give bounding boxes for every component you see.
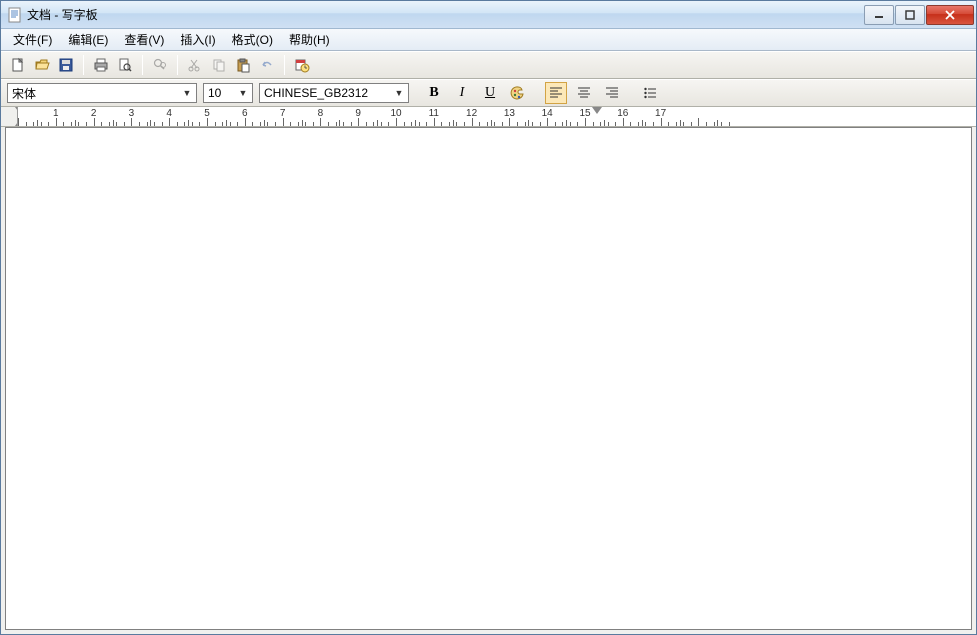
bullets-icon [643, 86, 657, 100]
undo-icon [259, 57, 275, 73]
chevron-down-icon: ▼ [392, 88, 406, 98]
minimize-icon [874, 10, 884, 20]
window-title: 文档 - 写字板 [27, 6, 863, 23]
window-controls [863, 5, 974, 25]
menu-file[interactable]: 文件(F) [5, 29, 60, 50]
ruler-number: 11 [429, 108, 439, 119]
ruler-number: 5 [204, 108, 210, 119]
find-button[interactable] [149, 54, 171, 76]
menu-format[interactable]: 格式(O) [224, 29, 281, 50]
toolbar-separator [142, 55, 143, 75]
align-left-icon [549, 86, 563, 100]
cut-icon [187, 57, 203, 73]
open-button[interactable] [31, 54, 53, 76]
ruler-number: 7 [280, 108, 286, 119]
ruler-number: 3 [129, 108, 135, 119]
ruler-number: 9 [355, 108, 361, 119]
align-left-button[interactable] [545, 82, 567, 104]
maximize-icon [905, 10, 915, 20]
app-window: 文档 - 写字板 文件(F) 编辑(E) 查看(V) 插入(I) 格式(O) 帮… [0, 0, 977, 635]
ruler[interactable]: 1234567891011121314151617 [1, 107, 976, 127]
new-button[interactable] [7, 54, 29, 76]
font-size-value: 10 [208, 86, 236, 100]
font-family-value: 宋体 [12, 85, 180, 102]
ruler-number: 4 [166, 108, 172, 119]
editor-container [1, 127, 976, 634]
ruler-number: 13 [504, 108, 515, 119]
color-button[interactable] [507, 82, 529, 104]
cut-button[interactable] [184, 54, 206, 76]
font-size-combo[interactable]: 10 ▼ [203, 83, 253, 103]
charset-combo[interactable]: CHINESE_GB2312 ▼ [259, 83, 409, 103]
close-button[interactable] [926, 5, 974, 25]
print-preview-button[interactable] [114, 54, 136, 76]
color-palette-icon [510, 85, 526, 101]
align-right-icon [605, 86, 619, 100]
ruler-number: 12 [466, 108, 477, 119]
datetime-icon [294, 57, 310, 73]
print-icon [93, 57, 109, 73]
menu-insert[interactable]: 插入(I) [172, 29, 223, 50]
ruler-number: 2 [91, 108, 97, 119]
paste-icon [235, 57, 251, 73]
ruler-number: 8 [318, 108, 324, 119]
align-center-button[interactable] [573, 82, 595, 104]
toolbar-separator [284, 55, 285, 75]
copy-icon [211, 57, 227, 73]
ruler-number: 10 [390, 108, 401, 119]
document-editor[interactable] [5, 127, 972, 630]
app-icon [7, 7, 23, 23]
menu-help[interactable]: 帮助(H) [281, 29, 338, 50]
save-button[interactable] [55, 54, 77, 76]
ruler-number: 17 [655, 108, 666, 119]
menubar: 文件(F) 编辑(E) 查看(V) 插入(I) 格式(O) 帮助(H) [1, 29, 976, 51]
toolbar-separator [83, 55, 84, 75]
new-file-icon [10, 57, 26, 73]
ruler-number: 15 [579, 108, 590, 119]
minimize-button[interactable] [864, 5, 894, 25]
print-button[interactable] [90, 54, 112, 76]
ruler-number: 16 [617, 108, 628, 119]
toolbar-separator [177, 55, 178, 75]
paste-button[interactable] [232, 54, 254, 76]
print-preview-icon [117, 57, 133, 73]
right-indent-marker[interactable] [592, 107, 602, 114]
ruler-number: 6 [242, 108, 248, 119]
standard-toolbar [1, 51, 976, 79]
menu-view[interactable]: 查看(V) [116, 29, 172, 50]
font-family-combo[interactable]: 宋体 ▼ [7, 83, 197, 103]
find-icon [152, 57, 168, 73]
titlebar: 文档 - 写字板 [1, 1, 976, 29]
copy-button[interactable] [208, 54, 230, 76]
format-toolbar: 宋体 ▼ 10 ▼ CHINESE_GB2312 ▼ B I U [1, 79, 976, 107]
menu-edit[interactable]: 编辑(E) [60, 29, 116, 50]
align-center-icon [577, 86, 591, 100]
save-icon [58, 57, 74, 73]
italic-button[interactable]: I [451, 82, 473, 104]
close-icon [944, 10, 956, 20]
align-right-button[interactable] [601, 82, 623, 104]
maximize-button[interactable] [895, 5, 925, 25]
bold-button[interactable]: B [423, 82, 445, 104]
chevron-down-icon: ▼ [236, 88, 250, 98]
datetime-button[interactable] [291, 54, 313, 76]
chevron-down-icon: ▼ [180, 88, 194, 98]
ruler-number: 14 [542, 108, 553, 119]
ruler-number: 1 [53, 108, 59, 119]
underline-button[interactable]: U [479, 82, 501, 104]
open-folder-icon [34, 57, 50, 73]
ruler-scale: 1234567891011121314151617 [17, 107, 976, 126]
undo-button[interactable] [256, 54, 278, 76]
bullets-button[interactable] [639, 82, 661, 104]
charset-value: CHINESE_GB2312 [264, 86, 392, 100]
